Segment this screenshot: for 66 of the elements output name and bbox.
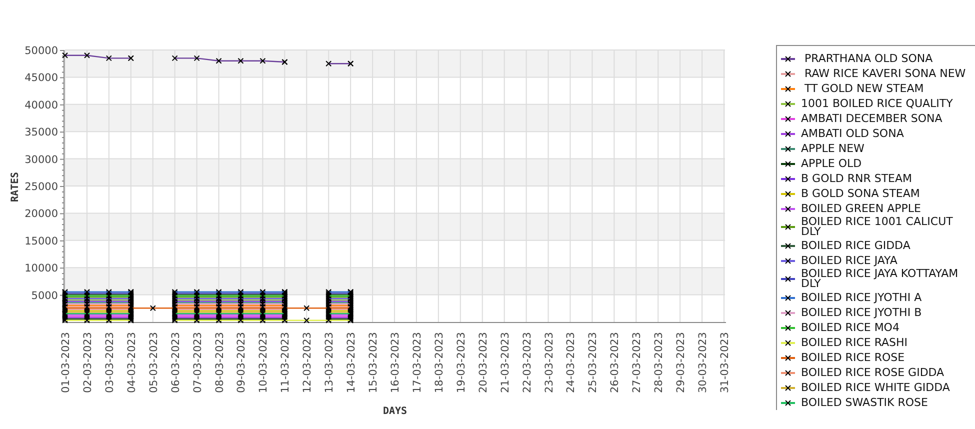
axis-title: DAYS bbox=[382, 406, 408, 417]
axis-tick-label: 27-03-2023 bbox=[631, 332, 644, 394]
axis-tick-label: 45000 bbox=[24, 72, 58, 84]
axis-tick-label: 23-03-2023 bbox=[543, 332, 556, 394]
axis-tick-label: 30000 bbox=[24, 154, 58, 166]
legend-label: BOILED GREEN APPLE bbox=[801, 202, 922, 214]
axis-tick-label: 14-03-2023 bbox=[346, 332, 358, 394]
legend-label: BOILED RICE JYOTHI A bbox=[801, 292, 923, 304]
legend-label: B GOLD RNR STEAM bbox=[801, 172, 913, 184]
axis-tick-label: 20-03-2023 bbox=[477, 332, 490, 394]
legend-label: BOILED RICE RASHI bbox=[801, 336, 909, 348]
axis-tick-label: 11-03-2023 bbox=[280, 332, 292, 394]
axis-tick-label: 26-03-2023 bbox=[609, 332, 622, 394]
axis-tick-label: 50000 bbox=[24, 45, 58, 57]
axis-tick-label: 17-03-2023 bbox=[411, 332, 424, 394]
legend-label: BOILED RICE WHITE GIDDA bbox=[801, 382, 951, 394]
legend-label: B GOLD SONA STEAM bbox=[801, 188, 921, 200]
legend-label: BOILED RICE ROSE bbox=[801, 352, 906, 364]
legend-label: BOILED RICE JAYA bbox=[801, 254, 898, 266]
axis-tick-label: 29-03-2023 bbox=[675, 332, 688, 394]
axis-tick-label: 06-03-2023 bbox=[170, 332, 182, 394]
axis-tick-label: 24-03-2023 bbox=[565, 332, 578, 394]
legend-label: BOILED RICE MO4 bbox=[801, 322, 900, 334]
axis-tick-label: 35000 bbox=[24, 126, 58, 139]
legend-label: 1001 BOILED RICE QUALITY bbox=[801, 98, 954, 110]
legend-label: BOILED RICE JYOTHI B bbox=[801, 306, 923, 318]
axis-tick-label: 22-03-2023 bbox=[521, 332, 534, 394]
axis-tick-label: 25-03-2023 bbox=[587, 332, 600, 394]
axis-tick-label: 40000 bbox=[24, 99, 58, 112]
axis-tick-label: 15-03-2023 bbox=[368, 332, 380, 394]
legend-label: BOILED RICE GIDDA bbox=[801, 240, 912, 252]
axis-tick-label: 25000 bbox=[24, 181, 58, 193]
legend-label: BOILED RICE JAYA KOTTAYAM DLY bbox=[801, 268, 960, 290]
axis-tick-label: 02-03-2023 bbox=[82, 332, 94, 394]
axis-tick-label: 01-03-2023 bbox=[60, 332, 72, 394]
axis-tick-label: 05-03-2023 bbox=[148, 332, 160, 394]
axis-tick-label: 19-03-2023 bbox=[455, 332, 468, 394]
axis-tick-label: 28-03-2023 bbox=[653, 332, 666, 394]
legend-label: BOILED SWASTIK ROSE bbox=[801, 396, 929, 408]
axis-tick-label: 08-03-2023 bbox=[214, 332, 226, 394]
legend-label: APPLE NEW bbox=[801, 142, 866, 154]
axis-tick-label: 03-03-2023 bbox=[104, 332, 116, 394]
axis-tick-label: 10000 bbox=[24, 262, 58, 275]
axis-tick-label: 04-03-2023 bbox=[126, 332, 138, 394]
legend-label: AMBATI DECEMBER SONA bbox=[801, 112, 944, 124]
legend-label: AMBATI OLD SONA bbox=[801, 128, 905, 140]
legend-label: BOILED RICE ROSE GIDDA bbox=[801, 366, 946, 378]
axis-tick-label: 13-03-2023 bbox=[324, 332, 336, 394]
axis-tick-label: 5000 bbox=[31, 290, 58, 302]
axis-tick-label: 07-03-2023 bbox=[192, 332, 204, 394]
axis-tick-label: 10-03-2023 bbox=[258, 332, 270, 394]
axis-tick-label: 21-03-2023 bbox=[499, 332, 512, 394]
axis-tick-label: 20000 bbox=[24, 208, 58, 220]
legend-label: TT GOLD NEW STEAM bbox=[804, 82, 925, 94]
axis-tick-label: 18-03-2023 bbox=[433, 332, 446, 394]
axis-tick-label: 30-03-2023 bbox=[697, 332, 710, 394]
legend-label: RAW RICE KAVERI SONA NEW bbox=[804, 68, 967, 80]
axis-tick-label: 15000 bbox=[24, 235, 58, 248]
axis-tick-label: 12-03-2023 bbox=[302, 332, 314, 394]
legend-label: BOILED RICE 1001 CALICUT DLY bbox=[801, 216, 954, 238]
axis-tick-label: 09-03-2023 bbox=[236, 332, 248, 394]
axis-tick-label: 16-03-2023 bbox=[390, 332, 402, 394]
axis-title: RATES bbox=[10, 172, 21, 202]
legend-label: APPLE OLD bbox=[801, 158, 863, 170]
axis-tick-label: 31-03-2023 bbox=[719, 332, 731, 394]
legend-label: PRARTHANA OLD SONA bbox=[804, 52, 934, 64]
